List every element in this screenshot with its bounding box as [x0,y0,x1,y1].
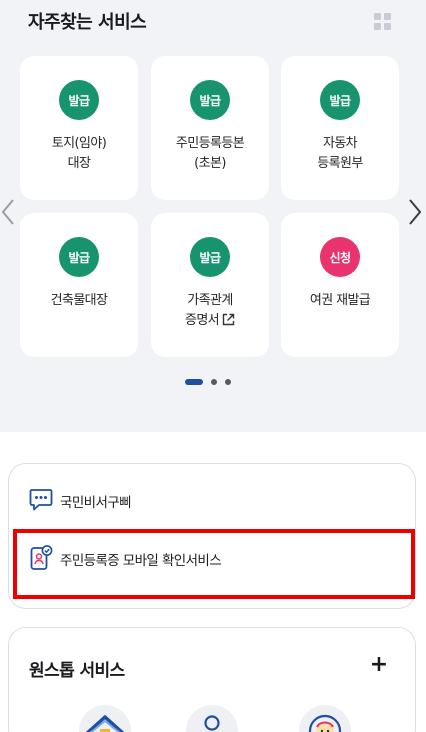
expand-plus-button[interactable]: + [369,653,389,677]
card-label: 자동차 등록원부 [317,136,363,171]
issue-badge: 발급 [59,80,99,120]
issue-badge: 발급 [320,80,360,120]
frequent-services-title: 자주찾는 서비스 [28,12,147,33]
mobile-id-icon [30,545,53,570]
chat-bubble-icon [29,489,53,511]
issue-badge: 발급 [59,237,99,277]
chevron-left-icon[interactable] [0,194,20,230]
apply-badge: 신청 [320,237,360,277]
frequent-services-header: 자주찾는 서비스 [0,0,426,44]
service-card-family-certificate[interactable]: 발급 가족관계 증명서 [151,213,269,357]
pagination-dot-3[interactable] [225,379,231,385]
issue-badge: 발급 [190,80,230,120]
service-row-mobile-id[interactable]: 주민등록증 모바일 확인서비스 [9,538,415,578]
baby-icon[interactable] [299,705,351,732]
pagination-dot-1[interactable] [185,379,203,385]
house-icon[interactable] [79,705,131,732]
chevron-right-icon[interactable] [404,194,424,230]
service-card-passport-reissue[interactable]: 신청 여권 재발급 [281,213,399,357]
service-row-national-secretary[interactable]: 국민비서구삐 [9,480,415,520]
card-label: 건축물대장 [50,293,108,308]
card-label: 주민등록등본 (초본) [175,136,245,171]
service-label: 주민등록증 모바일 확인서비스 [60,553,222,569]
carousel-pagination [185,379,231,385]
service-label: 국민비서구삐 [60,495,132,511]
person-icon[interactable] [186,705,238,732]
external-link-icon [222,313,235,326]
services-box: 국민비서구삐 주민등록증 모바일 확인서비스 [8,463,416,609]
issue-badge: 발급 [190,237,230,277]
onestop-services-box: 원스톱 서비스 + [8,627,416,732]
service-card-vehicle-registry[interactable]: 발급 자동차 등록원부 [281,56,399,200]
grid-icon[interactable] [374,13,391,30]
card-label: 토지(임야) 대장 [51,136,107,171]
onestop-title: 원스톱 서비스 [29,661,125,681]
service-card-building-register[interactable]: 발급 건축물대장 [20,213,138,357]
service-card-land-register[interactable]: 발급 토지(임야) 대장 [20,56,138,200]
card-label: 가족관계 증명서 [151,291,269,331]
service-card-resident-registration[interactable]: 발급 주민등록등본 (초본) [151,56,269,200]
pagination-dot-2[interactable] [211,379,217,385]
card-label: 여권 재발급 [309,293,371,308]
